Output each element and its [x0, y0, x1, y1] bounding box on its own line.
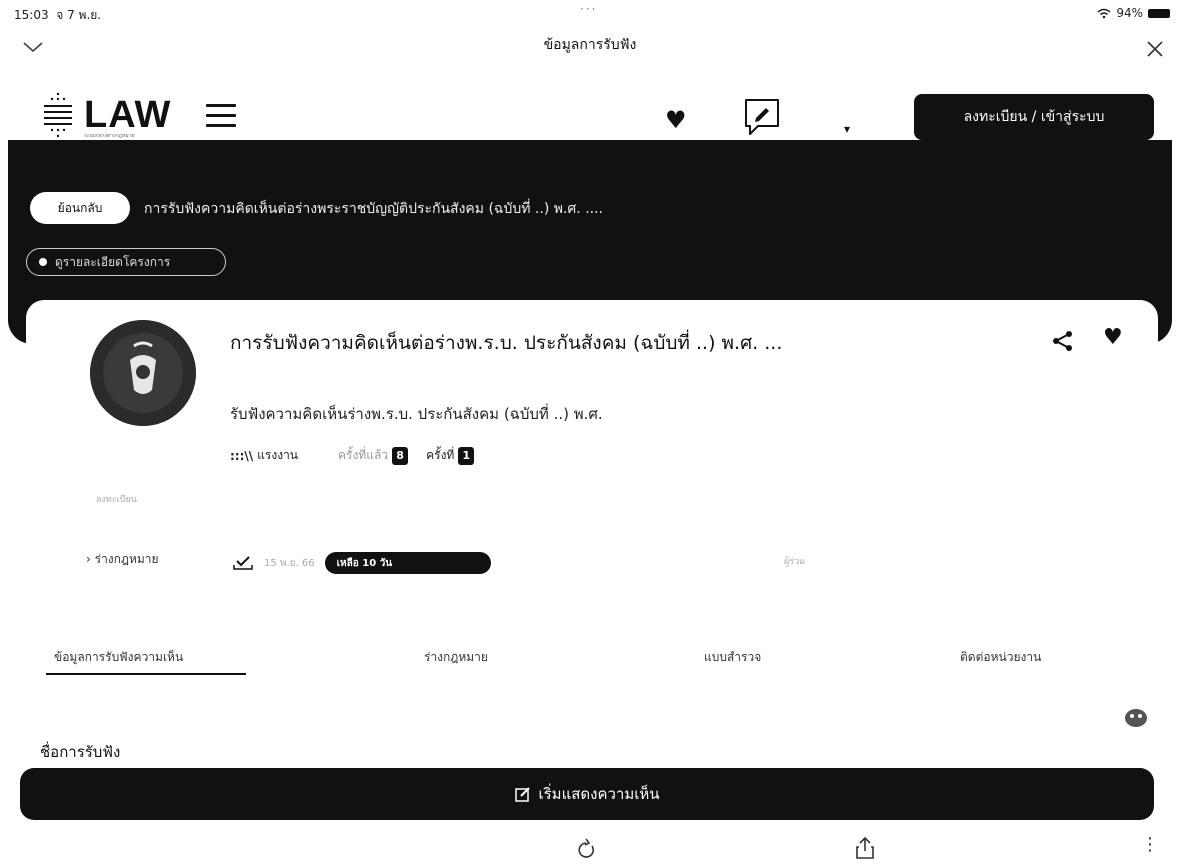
- law-label: ลงทะเบียน: [96, 495, 137, 505]
- project-title: การรับฟังความคิดเห็นต่อร่างพ.ร.บ. ประกัน…: [230, 332, 783, 354]
- agency-icon: :::\\: [230, 448, 254, 463]
- close-icon[interactable]: [1146, 40, 1164, 58]
- round-count: 1: [458, 446, 475, 465]
- project-detail-button[interactable]: ดูรายละเอียดโครงการ: [26, 248, 226, 276]
- date-row: 15 พ.ย. 66 เหลือ 10 วัน: [232, 552, 491, 574]
- feedback-chat-icon[interactable]: [742, 96, 782, 138]
- caret-icon: ▾: [844, 122, 851, 136]
- tab-drafts[interactable]: ร่างกฎหมาย: [424, 648, 488, 667]
- status-date: จ 7 พ.ย.: [56, 8, 102, 22]
- logo-grid-icon: [44, 92, 72, 138]
- start-comment-label: เริ่มแสดงความเห็น: [538, 785, 660, 803]
- tab-survey[interactable]: แบบสำรวจ: [704, 648, 761, 667]
- logo-text: LAW: [84, 94, 172, 136]
- tab-active-indicator: [46, 673, 246, 675]
- share-icon[interactable]: [1052, 330, 1074, 352]
- status-dots: ···: [580, 2, 598, 16]
- round-label: ครั้งที่: [426, 448, 455, 462]
- battery-icon: [1148, 8, 1170, 18]
- remaining-days-badge: เหลือ 10 วัน: [324, 552, 491, 574]
- status-time: 15:03 จ 7 พ.ย.: [14, 8, 102, 22]
- dot-icon: [39, 258, 47, 266]
- agency-avatar: [90, 320, 196, 426]
- tab-contact[interactable]: ติดต่อหน่วยงาน: [960, 648, 1041, 667]
- project-detail-label: ดูรายละเอียดโครงการ: [55, 254, 171, 269]
- mascot-icon[interactable]: [1122, 706, 1150, 730]
- participants-label: ผู้ร่วม: [784, 557, 806, 567]
- back-button[interactable]: ย้อนกลับ: [30, 192, 130, 224]
- status-right: 94%: [1097, 6, 1170, 20]
- menu-icon[interactable]: [206, 104, 236, 128]
- register-login-button[interactable]: ลงทะเบียน / เข้าสู่ระบบ: [914, 94, 1154, 140]
- battery-percent: 94%: [1116, 6, 1143, 20]
- drafts-link-label: ร่างกฎหมาย: [94, 552, 159, 566]
- edit-icon: [514, 787, 530, 802]
- tab-info[interactable]: ข้อมูลการรับฟังความเห็น: [54, 648, 183, 667]
- banner-title: การรับฟังความคิดเห็นต่อร่างพระราชบัญญัติ…: [144, 201, 603, 217]
- favorite-heart-icon[interactable]: ♥: [1103, 327, 1123, 349]
- favorites-heart-icon[interactable]: ♥: [665, 108, 687, 132]
- share-upload-icon[interactable]: [855, 836, 875, 860]
- wifi-icon: [1097, 8, 1111, 18]
- views-label: ครั้งที่แล้ว: [338, 448, 389, 462]
- sheet-title: ข้อมูลการรับฟัง: [543, 37, 637, 53]
- project-meta: :::\\ แรงงาน ครั้งที่แล้ว 8 ครั้งที่ 1: [230, 446, 475, 465]
- checkmark-icon: [233, 556, 253, 570]
- date-label: 15 พ.ย. 66: [264, 557, 315, 569]
- logo-subtext: ระบบกลางทางกฎหมาย: [84, 133, 135, 139]
- drafts-link[interactable]: › ร่างกฎหมาย: [86, 550, 159, 569]
- agency-name: แรงงาน: [257, 448, 299, 462]
- project-subtitle: รับฟังความคิดเห็นร่างพ.ร.บ. ประกันสังคม …: [230, 405, 603, 423]
- more-options-icon[interactable]: ⋮: [1141, 836, 1159, 854]
- site-logo[interactable]: LAW ระบบกลางทางกฎหมาย: [40, 88, 171, 142]
- reload-icon[interactable]: [576, 838, 596, 860]
- section-heading: ชื่อการรับฟัง: [40, 743, 121, 761]
- start-comment-button[interactable]: เริ่มแสดงความเห็น: [20, 768, 1154, 820]
- views-count: 8: [392, 446, 409, 465]
